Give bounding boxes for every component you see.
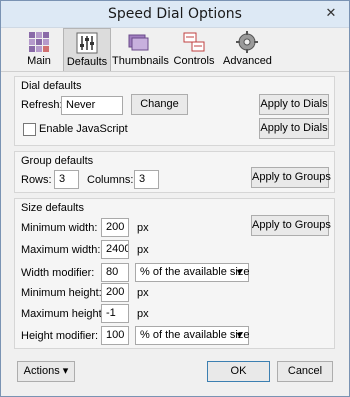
width-modifier-select-value: % of the available size xyxy=(140,266,250,278)
max-height-unit: px xyxy=(137,308,149,320)
tab-thumbnails[interactable]: Thumbnails xyxy=(112,28,169,71)
min-width-unit: px xyxy=(137,222,149,234)
ok-button[interactable]: OK xyxy=(207,361,270,382)
min-width-input[interactable]: 200 xyxy=(101,218,129,237)
chevron-down-icon: ▾ xyxy=(62,365,69,377)
width-modifier-input[interactable]: 80 xyxy=(101,263,129,282)
max-width-unit: px xyxy=(137,244,149,256)
cancel-button[interactable]: Cancel xyxy=(277,361,333,382)
window-title: Speed Dial Options xyxy=(108,6,242,22)
group-defaults-group: Group defaults Rows: 3 Columns: 3 Apply … xyxy=(14,151,335,193)
columns-input[interactable]: 3 xyxy=(134,170,159,189)
max-width-input[interactable]: 2400 xyxy=(101,240,129,259)
width-modifier-label: Width modifier: xyxy=(21,267,95,279)
height-modifier-select-value: % of the available size xyxy=(140,329,250,341)
min-height-unit: px xyxy=(137,287,149,299)
dial-defaults-title: Dial defaults xyxy=(21,80,82,92)
size-defaults-title: Size defaults xyxy=(21,202,84,214)
apply-to-dials-button-2[interactable]: Apply to Dials xyxy=(259,118,329,139)
tab-thumbnails-label: Thumbnails xyxy=(112,55,169,67)
controls-icon xyxy=(183,31,205,53)
tab-advanced[interactable]: Advanced xyxy=(223,28,272,71)
close-button[interactable]: ✕ xyxy=(319,4,343,22)
max-width-label: Maximum width: xyxy=(21,244,101,256)
rows-input[interactable]: 3 xyxy=(54,170,79,189)
min-width-label: Minimum width: xyxy=(21,222,98,234)
dial-defaults-group: Dial defaults Refresh: Never Change Appl… xyxy=(14,76,335,146)
change-button[interactable]: Change xyxy=(131,94,188,115)
refresh-input[interactable]: Never xyxy=(61,96,123,115)
apply-to-groups-button[interactable]: Apply to Groups xyxy=(251,167,331,188)
width-modifier-select[interactable]: % of the available size ▼ xyxy=(135,263,249,282)
tab-main-label: Main xyxy=(27,55,51,67)
enable-javascript-checkbox[interactable] xyxy=(23,123,36,136)
speed-dial-options-window: Speed Dial Options ✕ Main Defaults Thumb… xyxy=(0,0,350,397)
actions-button[interactable]: Actions ▾ xyxy=(17,361,75,382)
enable-javascript-label: Enable JavaScript xyxy=(39,123,128,135)
title-bar: Speed Dial Options ✕ xyxy=(1,1,349,28)
tab-defaults[interactable]: Defaults xyxy=(63,28,111,71)
group-defaults-title: Group defaults xyxy=(21,155,94,167)
tab-controls-label: Controls xyxy=(173,55,215,67)
sliders-icon xyxy=(76,32,98,54)
min-height-input[interactable]: 200 xyxy=(101,283,129,302)
columns-label: Columns: xyxy=(87,174,134,186)
max-height-label: Maximum height: xyxy=(21,308,105,320)
thumbnails-icon xyxy=(127,31,149,53)
tab-controls[interactable]: Controls xyxy=(173,28,215,71)
tab-main[interactable]: Main xyxy=(21,28,57,71)
actions-label: Actions xyxy=(23,365,60,377)
size-defaults-group: Size defaults Minimum width: 200 px Appl… xyxy=(14,198,335,349)
max-height-input[interactable]: -1 xyxy=(101,304,129,323)
apply-to-dials-button[interactable]: Apply to Dials xyxy=(259,94,329,115)
tab-defaults-label: Defaults xyxy=(66,56,108,68)
chevron-down-icon: ▼ xyxy=(235,267,244,277)
tab-toolbar: Main Defaults Thumbnails Controls Advanc… xyxy=(1,28,349,72)
chevron-down-icon: ▼ xyxy=(235,330,244,340)
height-modifier-select[interactable]: % of the available size ▼ xyxy=(135,326,249,345)
refresh-label: Refresh: xyxy=(21,99,63,111)
height-modifier-input[interactable]: 100 xyxy=(101,326,129,345)
height-modifier-label: Height modifier: xyxy=(21,330,99,342)
gear-icon xyxy=(236,31,258,53)
min-height-label: Minimum height: xyxy=(21,287,102,299)
grid-icon xyxy=(28,31,50,53)
apply-to-groups-button-size[interactable]: Apply to Groups xyxy=(251,215,331,236)
tab-advanced-label: Advanced xyxy=(223,55,272,67)
rows-label: Rows: xyxy=(21,174,52,186)
